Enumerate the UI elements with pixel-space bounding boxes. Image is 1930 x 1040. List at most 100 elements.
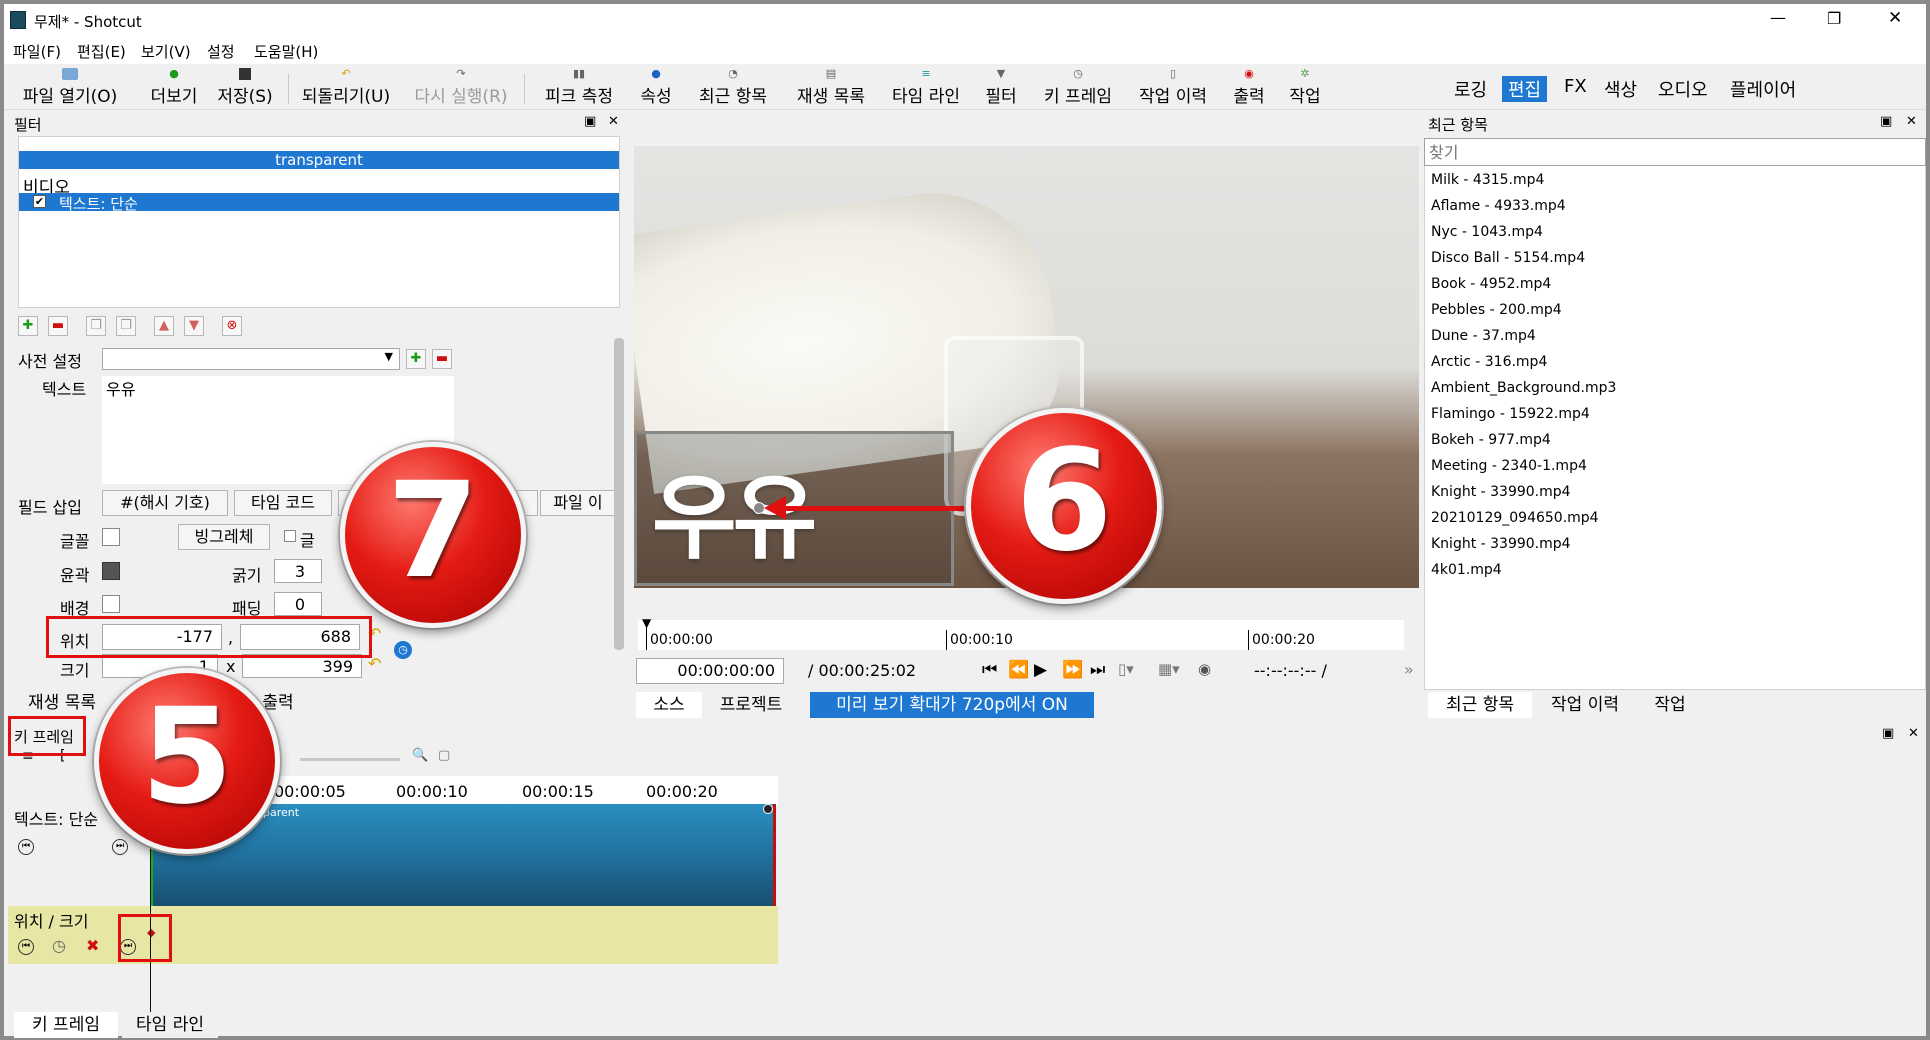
recent-list-item[interactable]: Pebbles - 200.mp4 [1431,302,1562,318]
float-icon[interactable]: ▣ [584,114,596,129]
recent-list-item[interactable]: Flamingo - 15922.mp4 [1431,406,1590,422]
insert-timecode-button[interactable]: 타임 코드 [234,490,332,516]
viewer-ruler[interactable]: ▼ 00:00:00 00:00:10 00:00:20 [638,616,1404,650]
remove-filter-icon[interactable]: ▬ [48,316,68,336]
close-button[interactable]: ✕ [1888,8,1902,28]
workspace-audio[interactable]: 오디오 [1658,76,1708,102]
keyframes-button[interactable]: ◷ 키 프레임 [1034,64,1122,110]
close-panel-icon[interactable]: ✕ [1908,726,1919,741]
menu-view[interactable]: 보기(V) [141,41,191,62]
tab-history[interactable]: 작업 이력 [1534,692,1636,718]
open-file-button[interactable]: 파일 열기(O) [14,64,126,110]
peak-meter-button[interactable]: ▮▮ 피크 측정 [534,64,624,110]
delete-preset-icon[interactable]: ▬ [432,349,452,369]
paste-filter-icon[interactable]: ❐ [116,316,136,336]
recent-list-item[interactable]: Dune - 37.mp4 [1431,328,1536,344]
workspace-fx[interactable]: FX [1564,76,1587,97]
playhead-icon[interactable]: ▼ [642,616,651,630]
save-button[interactable]: 저장(S) [212,64,278,110]
more-controls-icon[interactable]: » [1404,660,1414,679]
tab-playlist[interactable]: 재생 목록 [14,690,110,716]
recent-list-item[interactable]: Milk - 4315.mp4 [1431,172,1544,188]
next-keyframe-icon[interactable]: ⏭ [112,839,128,855]
workspace-player[interactable]: 플레이어 [1730,76,1796,102]
properties-button[interactable]: ● 속성 [632,64,680,110]
recent-search-input[interactable] [1424,138,1926,166]
zoom-icon[interactable]: ◉ [1198,660,1211,678]
maximize-button[interactable]: ❐ [1827,9,1841,28]
outline-color-swatch[interactable] [102,562,120,580]
zoom-slider[interactable] [300,758,400,761]
tab-project[interactable]: 프로젝트 [702,692,800,718]
filters-button[interactable]: ▼ 필터 [978,64,1024,110]
zoom-in-icon[interactable]: 🔍 [412,748,428,763]
close-panel-icon[interactable]: ✕ [1906,114,1917,129]
recent-list-item[interactable]: 20210129_094650.mp4 [1431,510,1599,526]
play-icon[interactable]: ▶ [1034,660,1047,680]
timeline-button[interactable]: ≡ 타임 라인 [884,64,968,110]
history-button[interactable]: ▯ 작업 이력 [1130,64,1216,110]
tab-jobs[interactable]: 작업 [1640,692,1700,718]
move-down-icon[interactable]: ▼ [184,316,204,336]
prev-keyframe-icon[interactable]: ⏮ [18,839,34,855]
recent-list-item[interactable]: Nyc - 1043.mp4 [1431,224,1543,240]
menu-help[interactable]: 도움말(H) [254,41,318,62]
menu-settings[interactable]: 설정 [207,41,235,62]
tab-source[interactable]: 소스 [636,692,702,718]
jobs-button[interactable]: ✲ 작업 [1280,64,1330,110]
deselect-filter-icon[interactable]: ⊗ [222,316,242,336]
fast-forward-icon[interactable]: ⏩ [1062,660,1083,680]
timecode-input[interactable]: 00:00:00:00 [636,658,784,684]
minimize-button[interactable]: — [1770,8,1786,27]
export-button[interactable]: ◉ 출력 [1224,64,1274,110]
font-option-checkbox[interactable] [284,530,296,542]
recent-list-item[interactable]: Knight - 33990.mp4 [1431,484,1571,500]
tab-recent[interactable]: 최근 항목 [1428,692,1532,718]
recent-button[interactable]: ◔ 최근 항목 [688,64,778,110]
keyframe-stopwatch-icon[interactable]: ◷ [394,641,412,659]
thickness-spinbox[interactable]: 3 [274,559,322,583]
recent-list-item[interactable]: Disco Ball - 5154.mp4 [1431,250,1585,266]
undo-button[interactable]: ↶ 되돌리기(U) [296,64,396,110]
menu-file[interactable]: 파일(F) [13,41,61,62]
font-color-swatch[interactable] [102,528,120,546]
workspace-logging[interactable]: 로깅 [1454,76,1487,102]
recent-list-item[interactable]: Bokeh - 977.mp4 [1431,432,1551,448]
filters-scrollbar[interactable] [614,338,624,650]
recent-list-item[interactable]: Aflame - 4933.mp4 [1431,198,1566,214]
filter-enable-checkbox[interactable]: ✔ [33,195,46,208]
recent-list-item[interactable]: 4k01.mp4 [1431,562,1502,578]
float-icon[interactable]: ▣ [1880,114,1892,129]
tab-timeline[interactable]: 타임 라인 [122,1012,218,1038]
skip-start-icon[interactable]: ⏮ [982,660,997,680]
insert-filename-button[interactable]: 파일 이 [540,490,616,516]
zoom-notice-button[interactable]: 미리 보기 확대가 720p에서 ON [810,692,1094,718]
insert-hash-button[interactable]: #(해시 기호) [102,490,228,516]
skip-end-icon[interactable]: ⏭ [1090,660,1105,680]
padding-spinbox[interactable]: 0 [274,592,322,616]
copy-filter-icon[interactable]: ❐ [86,316,106,336]
recent-list-item[interactable]: Arctic - 316.mp4 [1431,354,1547,370]
tab-keyframes[interactable]: 키 프레임 [14,1012,118,1038]
workspace-color[interactable]: 색상 [1604,76,1637,102]
recent-list-item[interactable]: Book - 4952.mp4 [1431,276,1551,292]
filter-row-selected[interactable]: ✔ 텍스트: 단순 [19,193,619,213]
recent-list-item[interactable]: Meeting - 2340-1.mp4 [1431,458,1587,474]
font-button[interactable]: 빙그레체 [178,524,270,550]
zoom-fit-icon[interactable]: ▢ [438,748,450,763]
recent-list-item[interactable]: Knight - 33990.mp4 [1431,536,1571,552]
background-color-swatch[interactable] [102,595,120,613]
add-filter-icon[interactable]: ✚ [18,316,38,336]
playlist-button[interactable]: ▤ 재생 목록 [786,64,876,110]
prev-param-keyframe-icon[interactable]: ⏮ [18,939,34,955]
preset-select[interactable]: ▼ [102,348,400,370]
rewind-icon[interactable]: ⏪ [1008,660,1029,680]
recent-list-item[interactable]: Ambient_Background.mp3 [1431,380,1616,396]
menu-edit[interactable]: 편집(E) [77,41,126,62]
volume-icon[interactable]: ▯▾ [1118,660,1134,678]
stopwatch-icon[interactable]: ◷ [52,936,66,955]
save-preset-icon[interactable]: ✚ [406,349,426,369]
workspace-editing[interactable]: 편집 [1502,76,1548,102]
delete-keyframe-icon[interactable]: ✖ [86,936,99,955]
redo-button[interactable]: ↷ 다시 실행(R) [408,64,514,110]
